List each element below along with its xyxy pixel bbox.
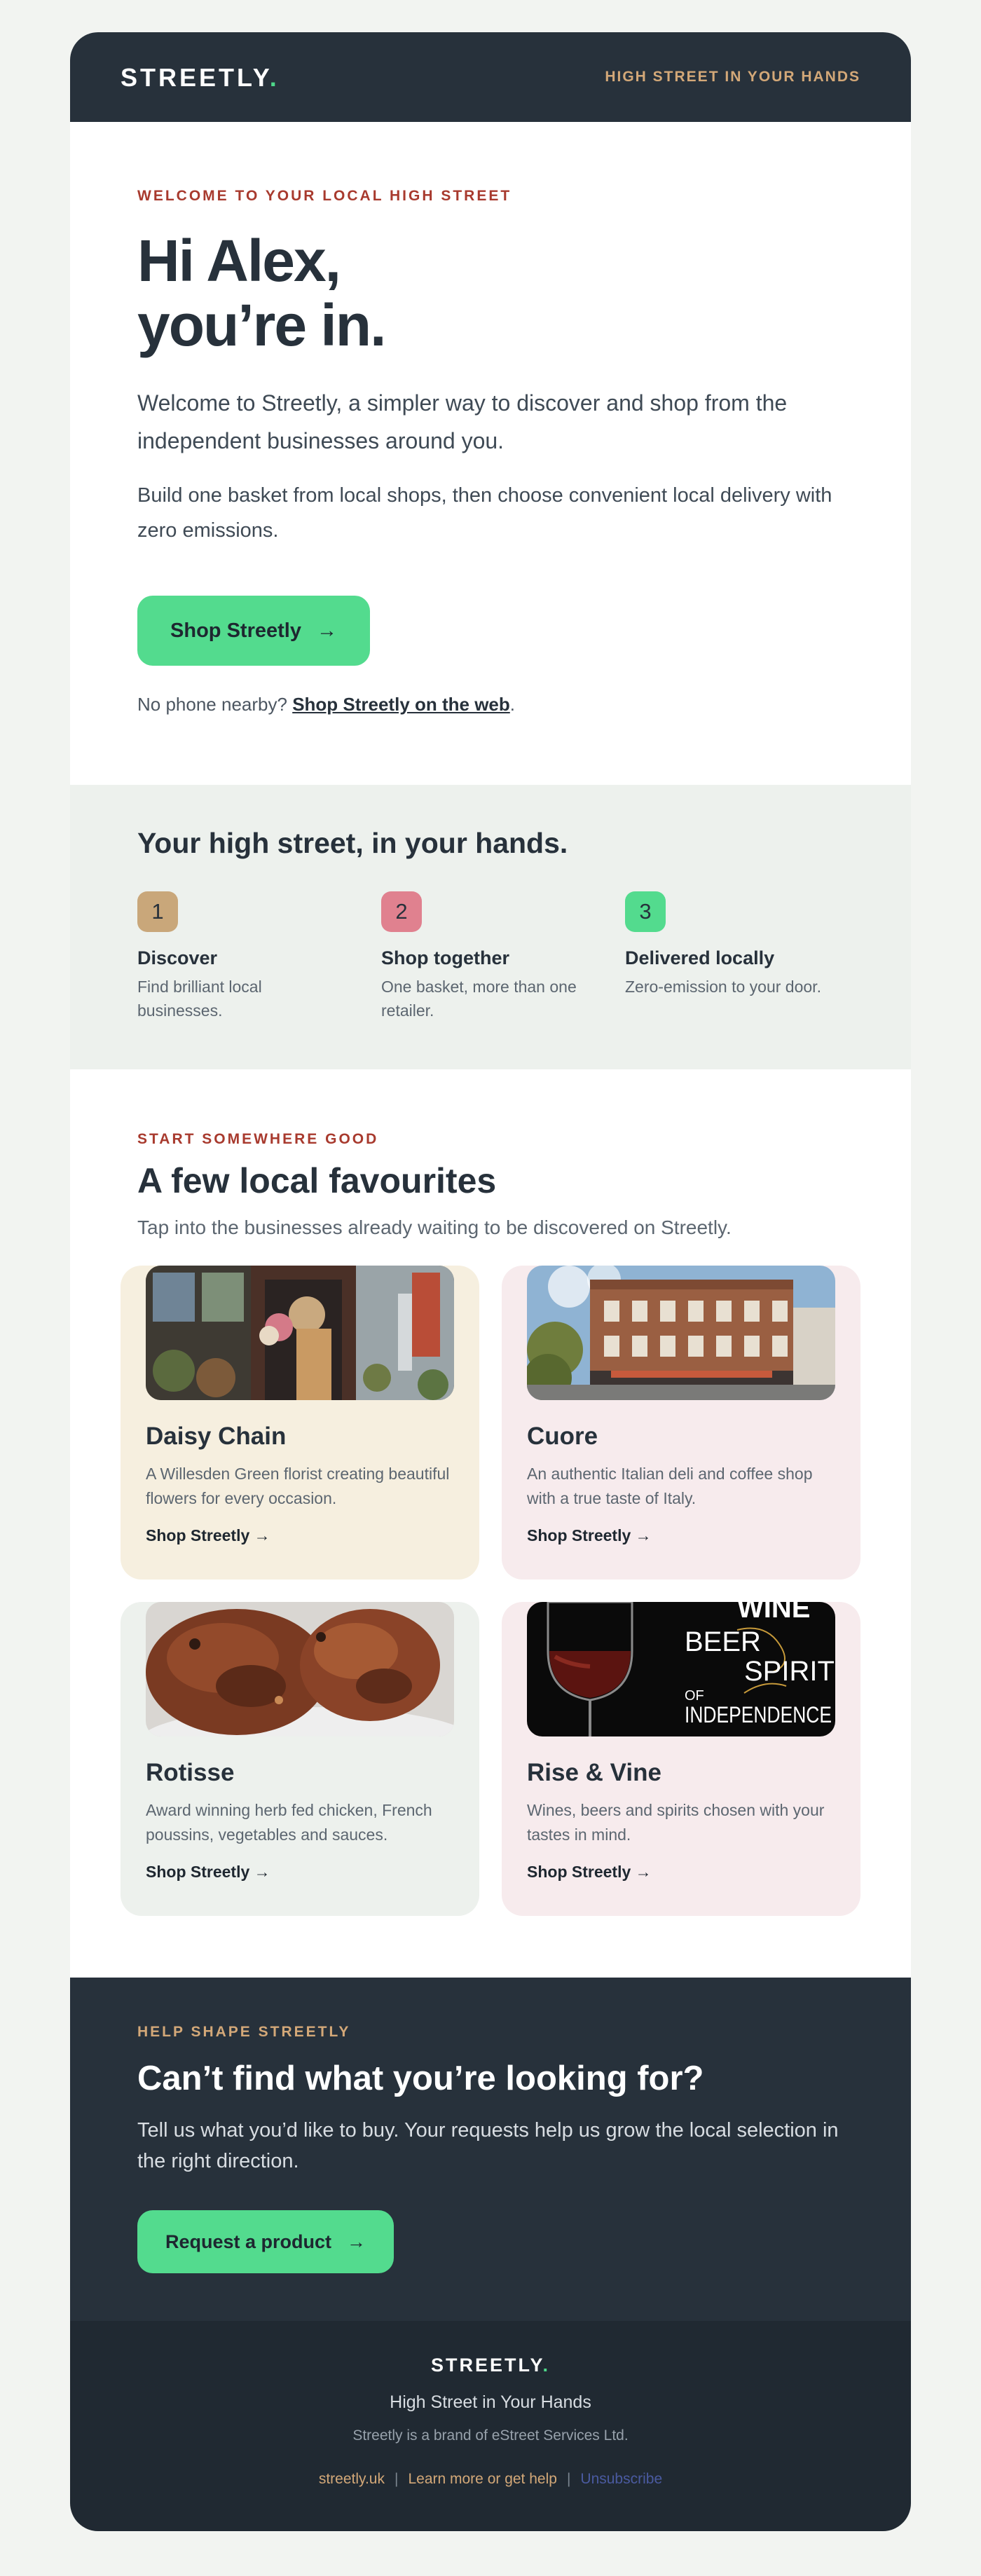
footer-brand: Streetly is a brand of eStreet Services … [352, 2427, 629, 2444]
favourites-eyebrow: START SOMEWHERE GOOD [137, 1131, 379, 1147]
arrow-right-icon: → [635, 1863, 652, 1881]
email-footer: STREETLY. High Street in Your Hands Stre… [70, 2321, 911, 2531]
step-shop-together: 2 Shop together One basket, more than on… [381, 891, 591, 1022]
step-delivered-locally: 3 Delivered locally Zero-emission to you… [625, 891, 835, 999]
shop-card-cuore[interactable]: Cuore An authentic Italian deli and coff… [502, 1266, 860, 1580]
poster-text-spirit: SPIRIT [744, 1656, 835, 1687]
step-discover: 1 Discover Find brilliant local business… [137, 891, 348, 1022]
shop-name: Rotisse [146, 1759, 235, 1786]
step-desc: Zero-emission to your door. [625, 978, 821, 996]
help-eyebrow: HELP SHAPE STREETLY [137, 2024, 351, 2040]
step-title: Shop together [381, 947, 509, 968]
link-separator: | [395, 2471, 399, 2487]
shop-name: Rise & Vine [527, 1759, 661, 1786]
shop-card-daisy-chain[interactable]: Daisy Chain A Willesden Green florist cr… [121, 1266, 479, 1580]
help-link[interactable]: Learn more or get help [408, 2471, 556, 2487]
shop-desc: Wines, beers and spirits chosen with you… [527, 1801, 825, 1844]
help-text: Tell us what you’d like to buy. Your req… [137, 2119, 839, 2172]
shop-desc: A Willesden Green florist creating beaut… [146, 1465, 450, 1507]
email-card: STREETLY. HIGH STREET IN YOUR HANDS WELC… [70, 32, 911, 2531]
arrow-right-icon: → [254, 1863, 270, 1881]
poster-text-independence: INDEPENDENCE [685, 1702, 832, 1727]
wine-poster-image: WINE BEER SPIRIT OF INDEPENDENCE [527, 1602, 835, 1736]
steps-title: Your high street, in your hands. [137, 827, 568, 859]
footer-tagline: High Street in Your Hands [390, 2392, 591, 2412]
streetly-logo[interactable]: STREETLY. [121, 63, 280, 93]
shop-desc: Award winning herb fed chicken, French p… [146, 1801, 432, 1844]
poster-text-wine: WINE [737, 1602, 810, 1624]
shop-streetly-link[interactable]: Shop Streetly → [146, 1863, 270, 1882]
no-phone-line: No phone nearby? Shop Streetly on the we… [137, 694, 516, 715]
arrow-right-icon: → [316, 619, 337, 642]
footer-links: streetly.uk | Learn more or get help | Unsub… [70, 2471, 911, 2488]
request-product-button[interactable]: Request a product → [137, 2210, 394, 2273]
streetly-uk-link[interactable]: streetly.uk [319, 2471, 385, 2487]
step-title: Delivered locally [625, 947, 775, 968]
florist-photo [146, 1266, 454, 1400]
steps-section: Your high street, in your hands. 1 Disco… [70, 785, 911, 1069]
shop-on-web-link[interactable]: Shop Streetly on the web [292, 694, 510, 715]
help-section: HELP SHAPE STREETLY Can’t find what you’… [70, 1978, 911, 2321]
hero-lead: Welcome to Streetly, a simpler way to di… [137, 390, 788, 453]
roast-chicken-photo [146, 1602, 454, 1736]
shop-streetly-link[interactable]: Shop Streetly → [527, 1863, 652, 1882]
shop-desc: An authentic Italian deli and coffee sho… [527, 1465, 813, 1507]
hero-title: Hi Alex, you’re in. [137, 228, 386, 358]
step-title: Discover [137, 947, 218, 968]
deli-building-photo [527, 1266, 835, 1400]
poster-text-beer: BEER [685, 1626, 761, 1657]
shop-streetly-button[interactable]: Shop Streetly → [137, 596, 370, 666]
shop-streetly-link[interactable]: Shop Streetly → [146, 1526, 270, 1545]
step-desc: One basket, more than one retailer. [381, 978, 577, 1020]
unsubscribe-link[interactable]: Unsubscribe [580, 2471, 662, 2487]
shop-card-rise-and-vine[interactable]: WINE BEER SPIRIT OF INDEPENDENCE Rise & … [502, 1602, 860, 1916]
shop-name: Daisy Chain [146, 1423, 287, 1450]
step-number-badge: 3 [625, 891, 666, 932]
header-tagline: HIGH STREET IN YOUR HANDS [605, 69, 860, 85]
arrow-right-icon: → [347, 2231, 366, 2252]
shop-name: Cuore [527, 1423, 598, 1450]
shop-streetly-link[interactable]: Shop Streetly → [527, 1526, 652, 1545]
favourites-title: A few local favourites [137, 1161, 497, 1200]
step-number-badge: 1 [137, 891, 178, 932]
hero-subtext: Build one basket from local shops, then … [137, 484, 832, 542]
hero-eyebrow: WELCOME TO YOUR LOCAL HIGH STREET [137, 188, 512, 204]
footer-logo[interactable]: STREETLY. [70, 2355, 911, 2376]
shop-card-rotisse[interactable]: Rotisse Award winning herb fed chicken, … [121, 1602, 479, 1916]
step-desc: Find brilliant local businesses. [137, 978, 262, 1020]
step-number-badge: 2 [381, 891, 422, 932]
email-header: STREETLY. HIGH STREET IN YOUR HANDS [70, 32, 911, 122]
favourites-subtitle: Tap into the businesses already waiting … [137, 1217, 732, 1238]
help-title: Can’t find what you’re looking for? [137, 2060, 704, 2097]
link-separator: | [566, 2471, 571, 2487]
arrow-right-icon: → [635, 1526, 652, 1544]
arrow-right-icon: → [254, 1526, 270, 1544]
poster-text-of: OF [685, 1688, 704, 1704]
